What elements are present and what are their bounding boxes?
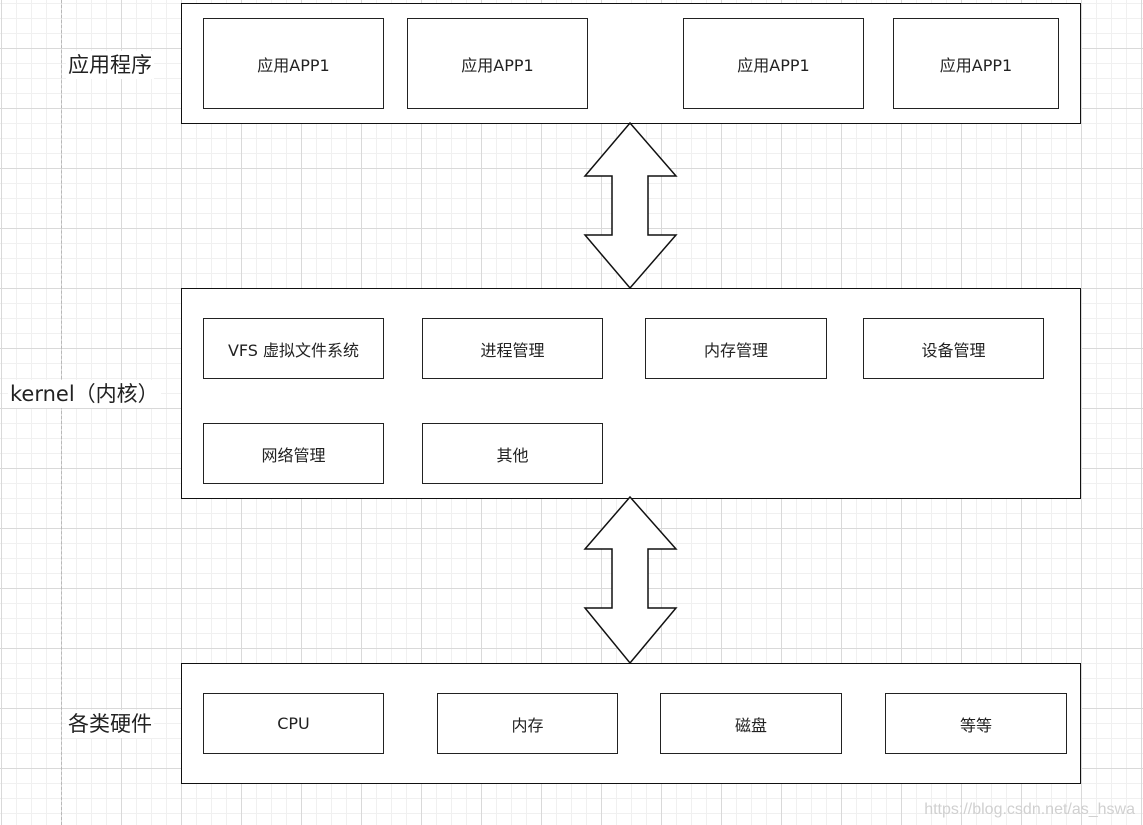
watermark: https://blog.csdn.net/as_hswa <box>924 801 1135 818</box>
apps-kernel-double-arrow[interactable] <box>583 121 678 290</box>
kernel-hardware-double-arrow[interactable] <box>583 495 678 665</box>
connector-arrows <box>583 121 678 665</box>
